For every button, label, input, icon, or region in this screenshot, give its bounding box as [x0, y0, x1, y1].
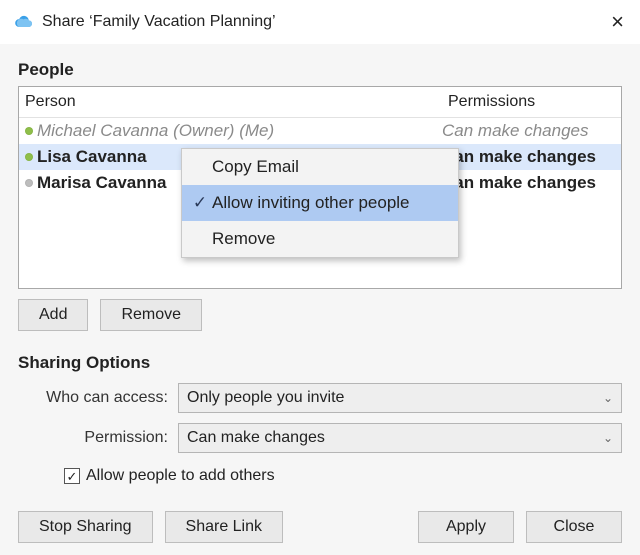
apply-button[interactable]: Apply [418, 511, 514, 543]
permission-select[interactable]: Can make changes ⌄ [178, 423, 622, 453]
spacer [295, 511, 406, 543]
stop-sharing-button[interactable]: Stop Sharing [18, 511, 153, 543]
who-can-access-select[interactable]: Only people you invite ⌄ [178, 383, 622, 413]
share-link-button[interactable]: Share Link [165, 511, 284, 543]
checkmark-icon: ✓ [67, 470, 78, 483]
people-table-header: Person Permissions [19, 87, 621, 118]
permission-label: Permission: [18, 429, 178, 447]
person-name: Michael Cavanna (Owner) (Me) [37, 121, 274, 141]
person-name: Marisa Cavanna [37, 173, 166, 193]
close-button[interactable]: Close [526, 511, 622, 543]
person-name: Lisa Cavanna [37, 147, 147, 167]
col-header-permissions[interactable]: Permissions [442, 87, 621, 117]
who-can-access-label: Who can access: [18, 389, 178, 407]
select-value: Only people you invite [187, 389, 344, 407]
people-buttons: Add Remove [18, 299, 622, 331]
table-row[interactable]: Michael Cavanna (Owner) (Me) Can make ch… [19, 118, 621, 144]
people-rows: Michael Cavanna (Owner) (Me) Can make ch… [19, 118, 621, 288]
menu-copy-email[interactable]: Copy Email [182, 149, 458, 185]
allow-add-others-checkbox[interactable]: ✓ [64, 468, 80, 484]
person-permission: Can make changes [442, 147, 596, 167]
sharing-options-label: Sharing Options [18, 353, 622, 373]
titlebar: Share ‘Family Vacation Planning’ × [0, 0, 640, 44]
allow-add-others-label: Allow people to add others [86, 467, 275, 485]
permission-row: Permission: Can make changes ⌄ [18, 423, 622, 453]
menu-item-label: Allow inviting other people [212, 193, 410, 213]
menu-item-label: Copy Email [212, 157, 299, 177]
people-label: People [18, 60, 622, 80]
onedrive-icon [14, 12, 34, 32]
dialog-title: Share ‘Family Vacation Planning’ [42, 13, 611, 31]
chevron-down-icon: ⌄ [603, 431, 613, 445]
person-permission: Can make changes [442, 173, 596, 193]
close-icon[interactable]: × [611, 11, 624, 33]
chevron-down-icon: ⌄ [603, 391, 613, 405]
menu-item-label: Remove [212, 229, 275, 249]
people-table: Person Permissions Michael Cavanna (Owne… [18, 86, 622, 289]
context-menu: Copy Email ✓ Allow inviting other people… [181, 148, 459, 258]
dialog-content: People Person Permissions Michael Cavann… [0, 44, 640, 555]
select-value: Can make changes [187, 429, 325, 447]
checkmark-icon: ✓ [188, 193, 212, 213]
menu-allow-inviting[interactable]: ✓ Allow inviting other people [182, 185, 458, 221]
status-dot-icon [25, 153, 33, 161]
allow-add-others-row: ✓ Allow people to add others [64, 467, 622, 485]
status-dot-icon [25, 127, 33, 135]
menu-remove[interactable]: Remove [182, 221, 458, 257]
status-dot-icon [25, 179, 33, 187]
add-button[interactable]: Add [18, 299, 88, 331]
person-permission: Can make changes [442, 121, 588, 141]
who-can-access-row: Who can access: Only people you invite ⌄ [18, 383, 622, 413]
sharing-options: Sharing Options Who can access: Only peo… [18, 353, 622, 485]
dialog-buttons: Stop Sharing Share Link Apply Close [18, 511, 622, 543]
col-header-person[interactable]: Person [19, 87, 442, 117]
remove-button[interactable]: Remove [100, 299, 202, 331]
